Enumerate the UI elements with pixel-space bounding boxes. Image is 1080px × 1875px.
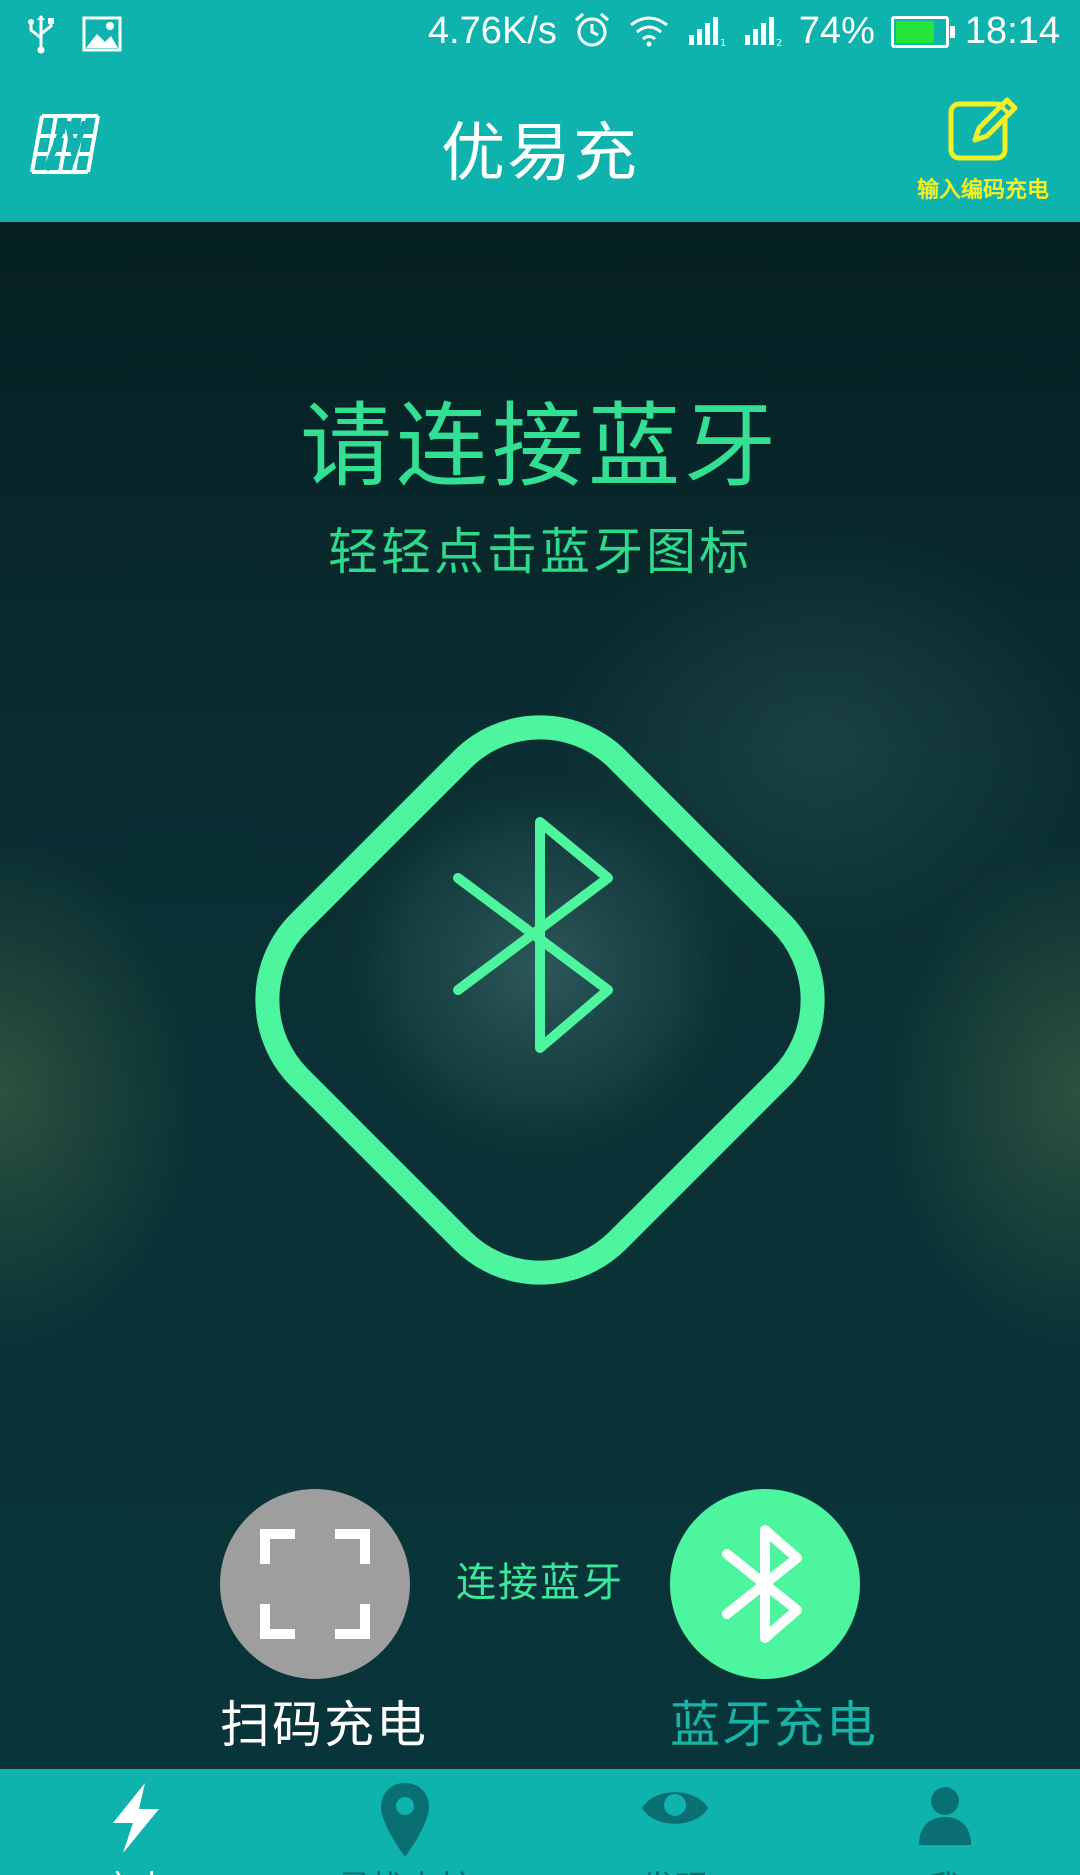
tab-charge[interactable]: 充电 xyxy=(0,1769,270,1875)
battery-icon xyxy=(890,15,955,48)
connect-bluetooth-button[interactable]: 连接蓝牙 xyxy=(190,650,890,1606)
scan-circle xyxy=(220,1489,410,1679)
tab-discover[interactable]: 发现 xyxy=(540,1769,810,1875)
status-bar: 4.76K/s 1 2 74% 18:14 xyxy=(0,0,1080,72)
alarm-icon xyxy=(573,11,611,53)
edit-icon xyxy=(948,97,1018,161)
battery-percent: 74% xyxy=(798,10,875,52)
tab-me-label: 我 xyxy=(810,1861,1080,1875)
scan-frame-icon xyxy=(260,1529,370,1639)
network-speed: 4.76K/s xyxy=(427,10,557,52)
app-screen: 4.76K/s 1 2 74% 18:14 优易充 输入编码充电 请连接蓝牙 轻… xyxy=(0,0,1080,1875)
eye-icon xyxy=(642,1792,708,1824)
tab-me[interactable]: 我 xyxy=(810,1769,1080,1875)
bluetooth-circle xyxy=(670,1489,860,1679)
top-app-bar: 优易充 输入编码充电 xyxy=(0,72,1080,222)
scan-charge-button[interactable]: 扫码充电 xyxy=(220,1489,428,1757)
subline: 轻轻点击蓝牙图标 xyxy=(328,523,752,581)
tab-find-station[interactable]: 寻找电桩 xyxy=(270,1769,540,1875)
lightning-icon xyxy=(113,1783,159,1853)
svg-text:2: 2 xyxy=(776,38,782,47)
clock: 18:14 xyxy=(964,10,1060,52)
scan-charge-label: 扫码充电 xyxy=(220,1696,428,1754)
tab-charge-label: 充电 xyxy=(0,1861,270,1875)
main-content: 请连接蓝牙 轻轻点击蓝牙图标 连接蓝牙 扫码充电 蓝牙充电 xyxy=(0,222,1080,1769)
person-icon xyxy=(919,1787,971,1845)
svg-text:1: 1 xyxy=(720,38,726,47)
map-pin-icon xyxy=(381,1783,429,1857)
tab-discover-label: 发现 xyxy=(540,1861,810,1875)
bluetooth-charge-label: 蓝牙充电 xyxy=(670,1696,878,1754)
signal-2-icon: 2 xyxy=(743,13,783,51)
image-icon xyxy=(82,16,122,56)
battery-level-fill xyxy=(895,20,935,43)
tab-find-station-label: 寻找电桩 xyxy=(270,1861,540,1875)
bluetooth-charge-button[interactable]: 蓝牙充电 xyxy=(670,1489,878,1757)
signal-1-icon: 1 xyxy=(687,13,727,51)
enter-code-button[interactable]: 输入编码充电 xyxy=(908,92,1058,203)
bluetooth-icon xyxy=(722,1525,802,1643)
enter-code-label: 输入编码充电 xyxy=(916,178,1049,203)
bottom-nav: 充电 寻找电桩 发现 我 xyxy=(0,1769,1080,1875)
headline: 请连接蓝牙 xyxy=(299,393,780,500)
usb-icon xyxy=(26,14,56,58)
wifi-icon xyxy=(627,13,671,51)
